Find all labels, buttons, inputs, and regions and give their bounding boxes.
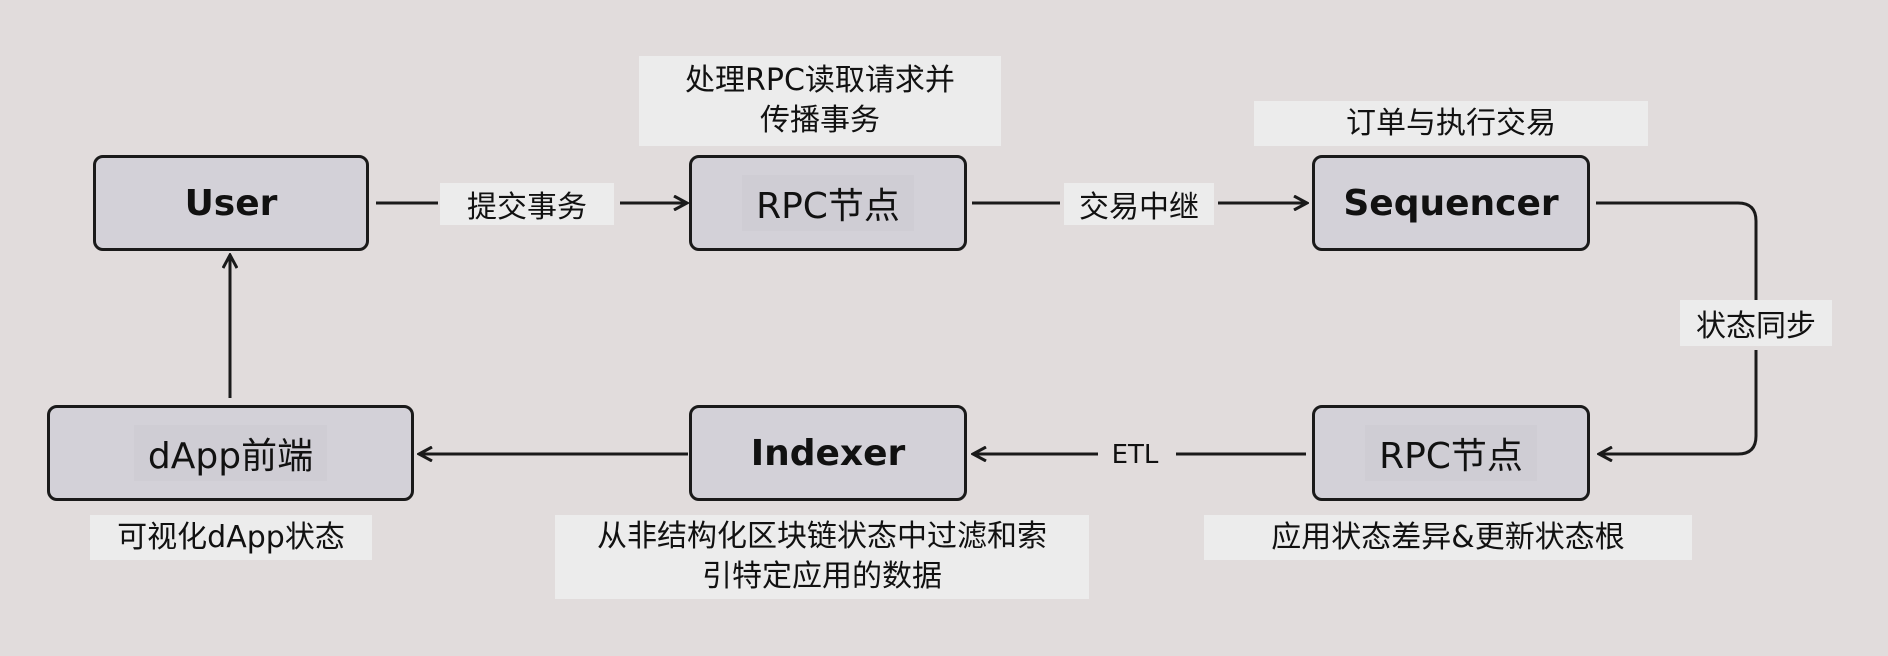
annotation-rpc-bottom: 应用状态差异&更新状态根: [1204, 515, 1692, 560]
edge-label-state-sync: 状态同步: [1680, 300, 1832, 346]
user-node: User: [93, 155, 369, 251]
edge-label-submit-tx: 提交事务: [440, 183, 614, 225]
architecture-diagram: User RPC节点 Sequencer dApp前端 Indexer RPC节…: [0, 0, 1888, 656]
sequencer-node-label: Sequencer: [1343, 182, 1559, 224]
sequencer-node: Sequencer: [1312, 155, 1590, 251]
user-node-label: User: [184, 182, 278, 224]
rpc-node-top: RPC节点: [689, 155, 967, 251]
edge-sequencer-to-rpc-upper: [1596, 201, 1758, 300]
annotation-sequencer: 订单与执行交易: [1254, 101, 1648, 146]
edge-label-etl: ETL: [1111, 440, 1159, 470]
indexer-node-label: Indexer: [750, 432, 906, 474]
indexer-node: Indexer: [689, 405, 967, 501]
rpc-node-top-label: RPC节点: [742, 175, 914, 231]
annotation-rpc-top: 处理RPC读取请求并 传播事务: [639, 56, 1001, 146]
edge-label-tx-relay: 交易中继: [1064, 183, 1214, 225]
rpc-node-bottom: RPC节点: [1312, 405, 1590, 501]
edge-sequencer-to-rpc-lower: [1600, 350, 1758, 454]
rpc-node-bottom-label: RPC节点: [1365, 425, 1537, 481]
dapp-frontend-node-label: dApp前端: [133, 425, 328, 481]
annotation-indexer: 从非结构化区块链状态中过滤和索 引特定应用的数据: [555, 515, 1089, 599]
annotation-dapp: 可视化dApp状态: [90, 515, 372, 560]
dapp-frontend-node: dApp前端: [47, 405, 414, 501]
